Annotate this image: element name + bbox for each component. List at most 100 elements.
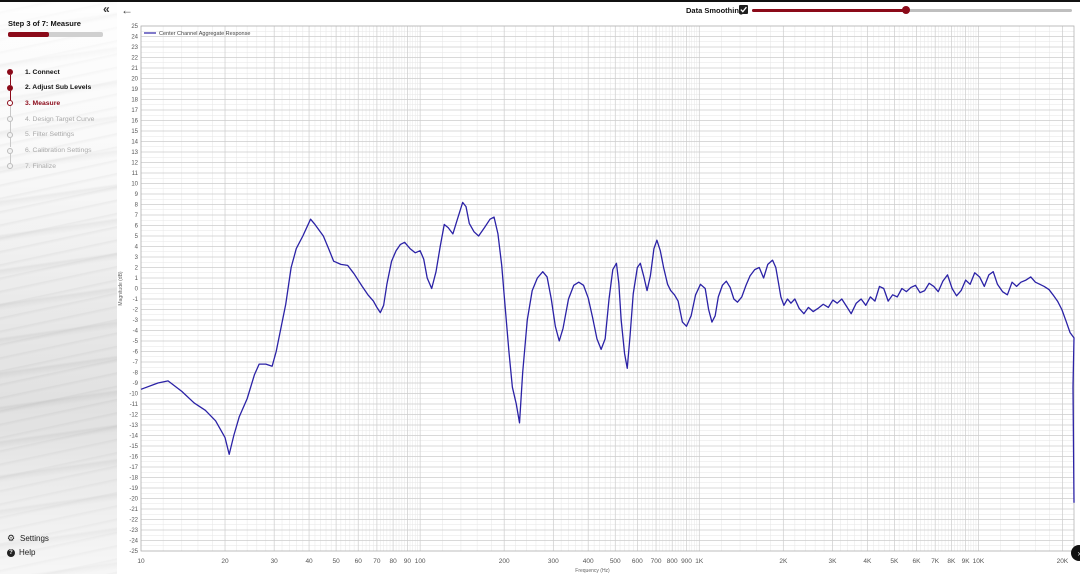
frequency-response-chart: -25 -24 -23 -22 -21 -20 -19 -18 -17 -16 -15 -14 -13 -… [117,18,1080,574]
x-tick-label: 300 [548,558,559,565]
y-tick-label: -3 [133,318,139,324]
top-border [0,0,1080,2]
gear-icon: ⚙ [6,533,16,543]
x-tick-label: 1K [695,558,704,565]
y-tick-label: -11 [130,402,139,408]
wizard-step-7[interactable]: 7. Finalize [7,160,56,172]
x-tick-label: 900 [681,558,692,565]
x-tick-label: 7K [931,558,940,565]
y-tick-label: -16 [129,455,138,461]
chart-legend: Center Channel Aggregate Response [144,31,250,37]
data-smoothing-label: Data Smoothing [686,6,744,15]
y-tick-label: -20 [129,497,138,503]
step-status-dot [7,163,13,170]
x-tick-label: 90 [404,558,412,565]
sidebar: « Step 3 of 7: Measure 1. Connect 2. Adju… [0,2,117,574]
y-tick-label: -15 [129,444,138,450]
settings-label: Settings [20,534,49,543]
y-tick-label: -5 [133,339,139,345]
y-tick-label: 22 [131,56,138,62]
y-tick-label: 21 [131,66,138,72]
y-tick-label: 23 [131,45,138,51]
x-tick-label: 800 [667,558,678,565]
smoothing-slider-fill [752,9,906,12]
y-tick-label: -14 [129,434,138,440]
y-tick-label: 12 [131,161,138,167]
y-tick-label: -2 [133,308,139,314]
y-tick-label: 15 [131,129,138,135]
y-tick-label: 20 [131,77,138,83]
y-tick-label: -6 [133,350,139,356]
help-link[interactable]: ? Help [6,548,35,557]
chevron-right-icon[interactable]: › [1071,545,1080,561]
y-tick-label: 13 [131,150,138,156]
step-title: Step 3 of 7: Measure [8,19,81,28]
y-tick-label: -22 [129,518,138,524]
y-tick-label: 18 [131,98,138,104]
y-tick-label: -8 [133,371,139,377]
y-tick-label: -4 [133,329,139,335]
y-tick-label: 14 [131,140,138,146]
y-tick-label: -21 [129,507,138,513]
x-tick-label: 70 [373,558,381,565]
x-tick-label: 30 [271,558,279,565]
y-tick-label: 10 [131,182,138,188]
y-tick-label: -12 [129,413,138,419]
wizard-progress-fill [8,32,49,37]
y-tick-label: 24 [131,35,138,41]
y-tick-label: 17 [131,108,138,114]
wizard-step-5[interactable]: 5. Filter Settings [7,129,74,141]
wizard-step-4[interactable]: 4. Design Target Curve [7,113,94,125]
x-tick-label: 50 [332,558,340,565]
y-tick-label: -17 [129,465,138,471]
y-tick-label: -23 [129,528,138,534]
x-tick-label: 2K [779,558,788,565]
wizard-step-3[interactable]: 3. Measure [7,97,60,109]
x-tick-label: 5K [890,558,899,565]
wizard-step-label: 1. Connect [25,68,60,76]
wizard-progress-bar [8,32,103,37]
wizard-step-label: 2. Adjust Sub Levels [25,84,92,92]
y-tick-label: -7 [133,360,139,366]
question-circle-icon: ? [7,548,15,557]
chart-background [117,18,1080,574]
x-tick-label: 20 [221,558,229,565]
y-tick-label: -13 [129,423,138,429]
x-tick-label: 200 [499,558,510,565]
x-tick-label: 80 [389,558,397,565]
y-tick-label: 16 [131,119,138,125]
x-tick-label: 500 [610,558,621,565]
y-tick-label: -25 [129,549,138,555]
collapse-sidebar-icon[interactable]: « [103,2,110,16]
wizard-step-6[interactable]: 6. Calibration Settings [7,145,92,157]
y-tick-label: -18 [129,476,138,482]
x-tick-label: 4K [863,558,872,565]
x-tick-label: 400 [583,558,594,565]
wizard-step-1[interactable]: 1. Connect [7,66,60,78]
y-tick-label: -19 [129,486,138,492]
x-tick-label: 40 [305,558,313,565]
x-tick-label: 700 [651,558,662,565]
smoothing-slider[interactable] [752,6,1072,14]
y-tick-label: -10 [129,392,138,398]
data-smoothing-checkbox[interactable] [739,5,748,14]
x-tick-label: 20K [1057,558,1069,565]
settings-link[interactable]: ⚙ Settings [6,533,49,544]
back-arrow-icon[interactable]: ← [121,3,133,17]
x-tick-label: 10 [137,558,145,565]
x-axis-label: Frequency (Hz) [575,568,610,574]
x-tick-label: 100 [415,558,426,565]
x-tick-label: 8K [947,558,956,565]
x-tick-label: 6K [913,558,922,565]
y-tick-label: 19 [131,87,138,93]
wizard-step-2[interactable]: 2. Adjust Sub Levels [7,82,91,94]
checkmark-icon [740,6,747,13]
x-tick-label: 600 [632,558,643,565]
x-tick-label: 3K [828,558,837,565]
smoothing-slider-thumb[interactable] [901,6,910,14]
x-tick-label: 10K [973,558,985,565]
wizard-step-label: 3. Measure [25,99,61,107]
y-tick-label: -9 [133,381,139,387]
y-tick-label: 11 [132,171,139,177]
x-tick-label: 9K [962,558,971,565]
